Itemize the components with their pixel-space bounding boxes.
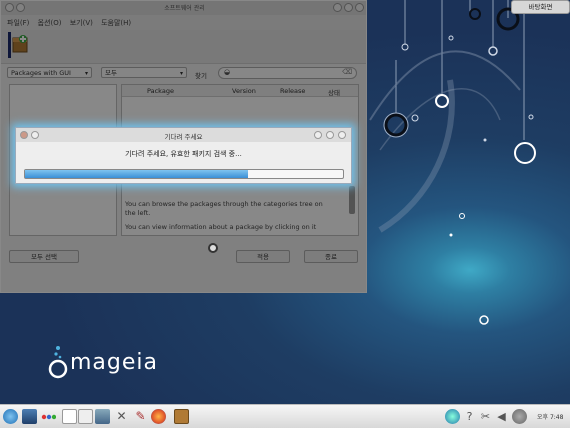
network-icon[interactable] xyxy=(445,409,460,424)
dialog-title: 기다려 주세요 xyxy=(164,133,203,141)
rpmdrake-icon[interactable] xyxy=(174,409,189,424)
busy-cursor-icon xyxy=(208,243,218,253)
mageia-logo-icon xyxy=(48,346,68,379)
tools-icon[interactable]: ✎ xyxy=(133,409,148,424)
progress-fill xyxy=(25,170,248,178)
dialog-titlebar[interactable]: 기다려 주세요 xyxy=(16,128,351,142)
show-desktop-button[interactable]: 바탕화면 xyxy=(511,0,570,14)
dialog-maximize-icon[interactable] xyxy=(326,131,334,139)
help-icon[interactable]: ? xyxy=(462,409,477,424)
wait-dialog: 기다려 주세요 기다려 주세요, 유효한 패키지 검색 중... xyxy=(15,127,352,184)
desktop-icon[interactable] xyxy=(22,409,37,424)
pager-icon[interactable] xyxy=(62,409,77,424)
update-icon[interactable] xyxy=(512,409,527,424)
progress-bar xyxy=(24,169,344,179)
kde-menu-icon[interactable] xyxy=(3,409,18,424)
config-icon[interactable]: ✕ xyxy=(114,409,129,424)
files-icon[interactable] xyxy=(95,409,110,424)
firefox-icon[interactable] xyxy=(151,409,166,424)
pager-icon-2[interactable] xyxy=(78,409,93,424)
dialog-message: 기다려 주세요, 유효한 패키지 검색 중... xyxy=(125,150,242,158)
activities-icon[interactable] xyxy=(41,409,57,424)
clock[interactable]: 오후 7:48 xyxy=(537,412,563,421)
dialog-minimize-icon[interactable] xyxy=(314,131,322,139)
dialog-close-icon[interactable] xyxy=(338,131,346,139)
mageia-logo-text: mageia xyxy=(70,350,159,375)
battery-icon[interactable]: ✂ xyxy=(478,409,493,424)
volume-icon[interactable]: ◀ xyxy=(494,409,509,424)
taskbar: ✕ ✎ ? ✂ ◀ 오후 7:48 xyxy=(0,404,570,428)
